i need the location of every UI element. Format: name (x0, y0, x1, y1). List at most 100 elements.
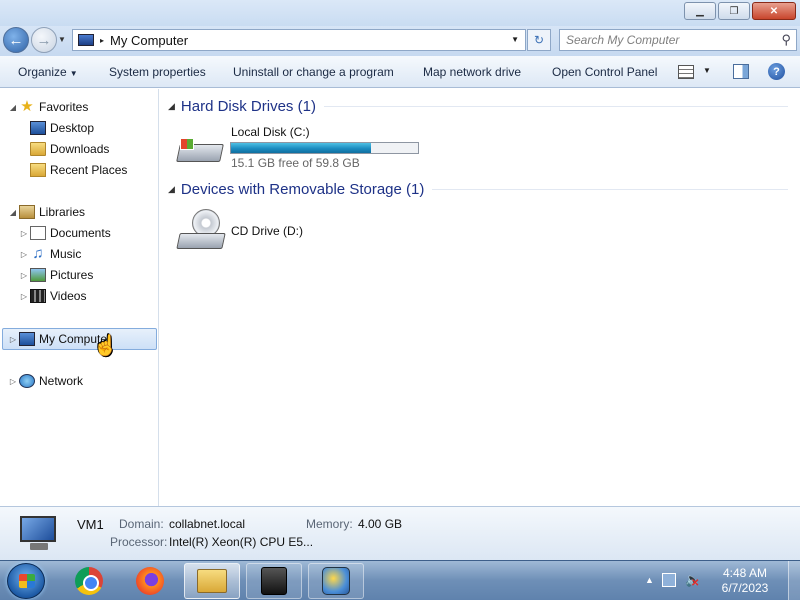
chrome-icon (75, 567, 103, 595)
computer-icon (78, 34, 94, 46)
memory-value: 4.00 GB (358, 517, 403, 531)
taskbar-chrome[interactable] (61, 563, 117, 599)
content-pane: ◢ Hard Disk Drives (1) Local Disk (C:) 1… (160, 89, 800, 506)
nav-music[interactable]: ▷ ♫ Music (19, 244, 81, 264)
collapsed-arrow-icon[interactable]: ▷ (19, 229, 29, 238)
address-row: ← → ▼ ▸ My Computer ▼ ↻ ⚲ (0, 26, 800, 56)
nav-recent-places[interactable]: Recent Places (30, 160, 127, 180)
network-tray-icon[interactable] (662, 573, 676, 587)
drive-free-space: 15.1 GB free of 59.8 GB (231, 156, 360, 170)
show-hidden-icons-button[interactable]: ▲ (645, 575, 654, 585)
command-bar: Organize ▼ System properties Uninstall or… (0, 56, 800, 88)
processor-label: Processor: (110, 535, 168, 549)
nav-music-label: Music (50, 247, 82, 261)
window-controls: ▁ ❐ ✕ (684, 2, 796, 20)
nav-network[interactable]: ▷ Network (8, 371, 83, 391)
nav-network-label: Network (39, 374, 84, 388)
taskbar: ▲ 🔈 ✕ 4:48 AM 6/7/2023 (0, 560, 800, 600)
hard-disk-icon (176, 134, 224, 166)
search-box[interactable]: ⚲ (559, 29, 797, 51)
collapsed-arrow-icon[interactable]: ▷ (8, 335, 18, 344)
recent-pages-dropdown[interactable]: ▼ (58, 35, 66, 44)
chevron-down-icon: ▼ (69, 69, 78, 78)
clock-date: 6/7/2023 (721, 581, 769, 595)
expanded-arrow-icon[interactable]: ◢ (8, 103, 18, 112)
network-icon (19, 374, 35, 388)
collapsed-arrow-icon[interactable]: ▷ (19, 250, 29, 259)
hand-cursor-icon: ☝ (93, 335, 118, 357)
computer-large-icon (18, 516, 60, 550)
address-dropdown-icon[interactable]: ▼ (511, 35, 519, 44)
system-properties-button[interactable]: System properties (109, 65, 206, 79)
star-icon: ★ (20, 98, 34, 115)
group-divider (432, 189, 788, 190)
preview-pane-icon[interactable] (733, 64, 749, 79)
organize-button[interactable]: Organize ▼ (18, 65, 78, 79)
collapsed-arrow-icon[interactable]: ▷ (19, 292, 29, 301)
nav-downloads[interactable]: Downloads (30, 139, 109, 159)
open-control-panel-button[interactable]: Open Control Panel (552, 65, 657, 79)
music-icon: ♫ (32, 245, 44, 262)
drive-name: Local Disk (C:) (231, 125, 310, 139)
search-input[interactable] (566, 30, 766, 50)
libraries-icon (19, 205, 35, 219)
drive-usage-bar (230, 142, 419, 154)
videos-icon (30, 289, 46, 303)
cd-drive-icon (176, 209, 226, 253)
nav-videos[interactable]: ▷ Videos (19, 286, 86, 306)
breadcrumb-computer[interactable]: My Computer (110, 33, 188, 48)
map-network-drive-button[interactable]: Map network drive (423, 65, 521, 79)
navigation-pane: ◢ ★ Favorites Desktop Downloads Recent P… (0, 89, 159, 506)
minimize-button[interactable]: ▁ (684, 2, 716, 20)
search-icon[interactable]: ⚲ (781, 32, 791, 48)
group-header-removable[interactable]: ◢ Devices with Removable Storage (1) (168, 181, 788, 198)
collapse-group-icon[interactable]: ◢ (168, 101, 175, 112)
maximize-button[interactable]: ❐ (718, 2, 750, 20)
view-options-dropdown[interactable]: ▼ (703, 66, 711, 75)
documents-icon (30, 226, 46, 240)
downloads-folder-icon (30, 142, 46, 156)
taskbar-app[interactable] (308, 563, 364, 599)
taskbar-explorer[interactable] (184, 563, 240, 599)
collapsed-arrow-icon[interactable]: ▷ (8, 377, 18, 386)
uninstall-program-button[interactable]: Uninstall or change a program (233, 65, 394, 79)
group-divider (323, 106, 788, 107)
close-button[interactable]: ✕ (752, 2, 796, 20)
address-bar[interactable]: ▸ My Computer ▼ (72, 29, 526, 51)
taskbar-media[interactable] (246, 563, 302, 599)
windows-logo-icon (19, 574, 35, 588)
firefox-icon (136, 567, 164, 595)
volume-muted-icon[interactable]: 🔈 ✕ (685, 573, 701, 590)
taskbar-firefox[interactable] (122, 563, 178, 599)
nav-libraries-label: Libraries (39, 205, 86, 219)
start-button[interactable] (7, 563, 45, 599)
refresh-button[interactable]: ↻ (527, 29, 551, 51)
application-icon (322, 567, 350, 595)
nav-recent-places-label: Recent Places (50, 163, 128, 177)
help-icon[interactable]: ? (768, 63, 785, 80)
back-button[interactable]: ← (3, 27, 29, 53)
nav-favorites[interactable]: ◢ ★ Favorites (8, 97, 88, 117)
expanded-arrow-icon[interactable]: ◢ (8, 208, 18, 217)
nav-documents[interactable]: ▷ Documents (19, 223, 111, 243)
show-desktop-button[interactable] (788, 561, 800, 600)
explorer-folder-icon (197, 569, 227, 593)
nav-libraries[interactable]: ◢ Libraries (8, 202, 85, 222)
change-view-icon[interactable] (678, 65, 694, 79)
organize-label: Organize (18, 65, 67, 79)
domain-label: Domain: (119, 517, 164, 531)
forward-button[interactable]: → (31, 27, 57, 53)
nav-pictures[interactable]: ▷ Pictures (19, 265, 93, 285)
nav-documents-label: Documents (50, 226, 111, 240)
pictures-icon (30, 268, 46, 282)
collapsed-arrow-icon[interactable]: ▷ (19, 271, 29, 280)
clock[interactable]: 4:48 AM 6/7/2023 (707, 566, 783, 596)
collapse-group-icon[interactable]: ◢ (168, 184, 175, 195)
group-header-hard-disks[interactable]: ◢ Hard Disk Drives (1) (168, 98, 788, 115)
drive-cd-d[interactable]: CD Drive (D:) (176, 207, 376, 257)
drive-local-disk-c[interactable]: Local Disk (C:) 15.1 GB free of 59.8 GB (176, 123, 456, 171)
group-title: Devices with Removable Storage (1) (180, 181, 425, 198)
nav-desktop-label: Desktop (50, 121, 95, 135)
nav-desktop[interactable]: Desktop (30, 118, 94, 138)
breadcrumb-separator[interactable]: ▸ (100, 36, 104, 45)
